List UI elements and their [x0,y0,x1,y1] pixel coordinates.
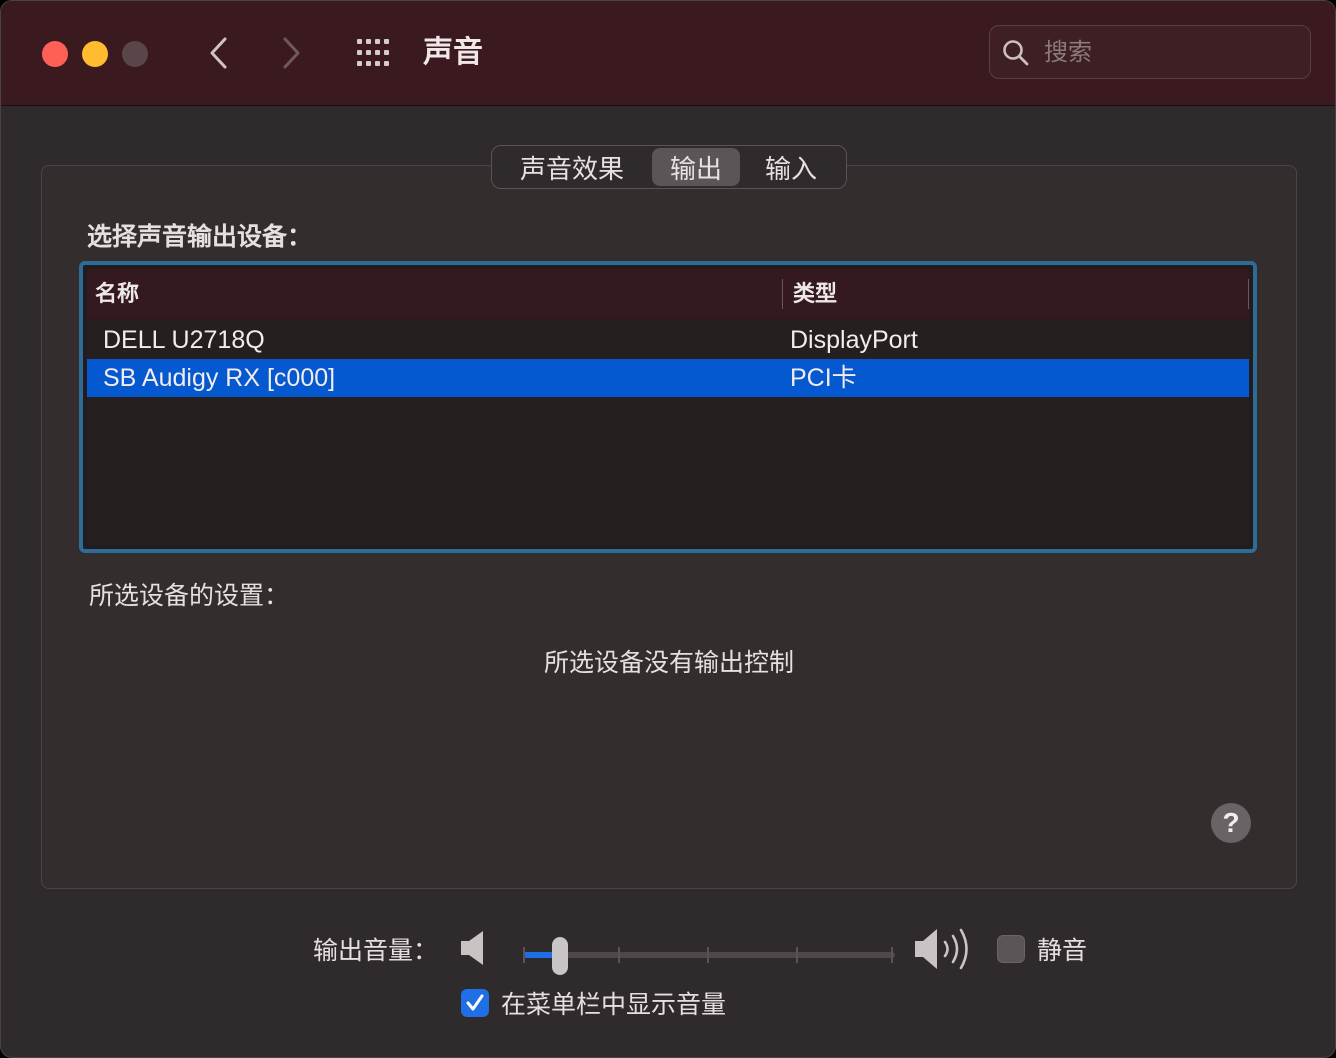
sound-preferences-window: 声音 声音效果 输出 输入 选择声音输出设备： 名称 类型 DELL U2718… [0,0,1336,1058]
output-volume-label: 输出音量： [313,937,439,965]
speaker-high-icon [915,928,968,970]
table-header: 名称 类型 [87,269,1249,320]
device-table-body: 名称 类型 DELL U2718Q DisplayPort SB Audigy … [87,269,1249,545]
slider-tick [891,947,893,963]
checkmark-icon [466,994,484,1011]
output-device-table[interactable]: 名称 类型 DELL U2718Q DisplayPort SB Audigy … [79,261,1257,553]
column-divider [1248,279,1249,309]
slider-thumb[interactable] [552,937,569,975]
chevron-right-icon [283,37,300,69]
slider-tick [523,947,525,963]
title-bar: 声音 [1,1,1335,106]
no-output-control-message: 所选设备没有输出控制 [543,649,794,677]
show-all-button[interactable] [355,37,395,69]
grid-icon [357,39,389,66]
table-row[interactable]: DELL U2718Q DisplayPort [87,321,1249,359]
mute-label: 静音 [1037,937,1088,965]
show-volume-in-menu-bar-label: 在菜单栏中显示音量 [501,991,727,1019]
column-divider [782,279,783,309]
zoom-button[interactable] [122,41,148,67]
speaker-low-icon [461,931,483,965]
slider-track [523,952,895,958]
help-button[interactable]: ? [1211,803,1251,843]
column-header-name[interactable]: 名称 [95,269,139,319]
device-name: SB Audigy RX [c000] [103,364,336,392]
device-type: DisplayPort [790,326,918,354]
device-type: PCI卡 [790,364,857,392]
device-name: DELL U2718Q [103,326,265,354]
close-button[interactable] [42,41,68,67]
chevron-left-icon [210,37,227,69]
minimize-button[interactable] [82,41,108,67]
slider-tick [707,947,709,963]
column-header-type[interactable]: 类型 [793,269,837,319]
choose-device-label: 选择声音输出设备： [87,223,313,251]
forward-button[interactable] [271,31,311,75]
search-input[interactable] [1042,34,1296,72]
tab-sound-effects[interactable]: 声音效果 [494,148,650,186]
slider-tick [796,947,798,963]
output-volume-slider[interactable] [521,937,897,975]
window-title: 声音 [423,36,483,69]
tab-input[interactable]: 输入 [740,148,842,186]
slider-tick [618,947,620,963]
table-row-selected[interactable]: SB Audigy RX [c000] PCI卡 [87,359,1249,397]
mute-checkbox[interactable] [997,935,1025,963]
tab-output[interactable]: 输出 [652,148,740,186]
help-icon: ? [1222,807,1240,838]
search-field[interactable] [989,25,1311,79]
back-button[interactable] [199,31,239,75]
show-volume-in-menu-bar-checkbox[interactable] [461,989,489,1017]
device-settings-label: 所选设备的设置： [89,582,290,610]
search-icon [1003,40,1029,66]
tab-bar: 声音效果 输出 输入 [491,145,847,189]
